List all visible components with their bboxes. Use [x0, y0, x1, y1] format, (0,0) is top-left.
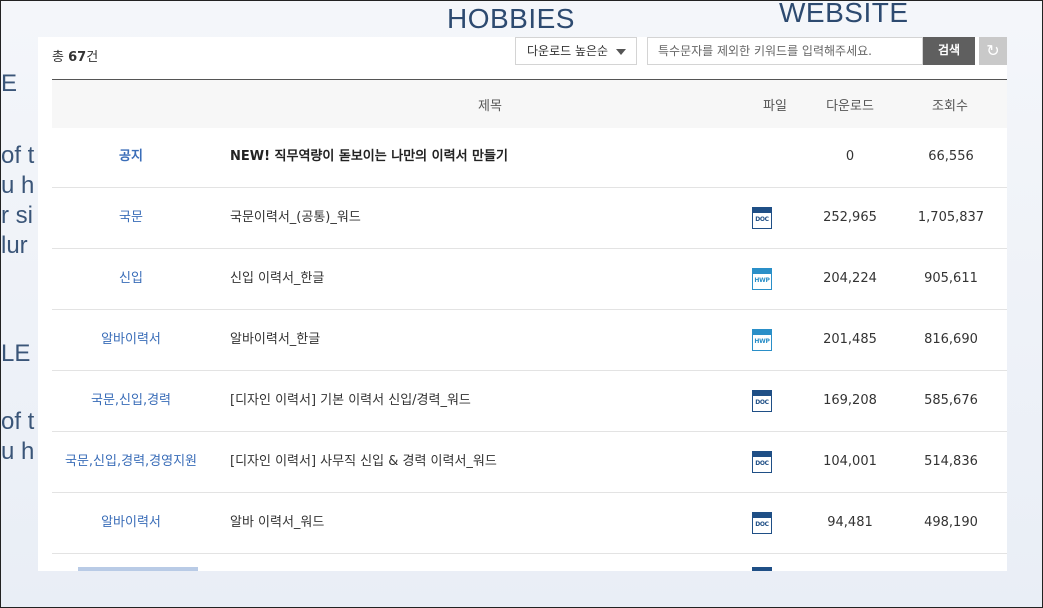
- row-downloads: 252,965: [823, 210, 877, 225]
- refresh-icon: ↻: [986, 41, 1000, 60]
- row-title[interactable]: 알바 이력서_워드: [230, 493, 740, 553]
- row-category[interactable]: 공지: [52, 127, 210, 187]
- row-title[interactable]: [디자인 이력서] 사무직 신입 & 경력 이력서_워드: [230, 432, 740, 492]
- table-row[interactable]: 알바이력서 알바 이력서_워드 DOC 94,481 498,190: [52, 493, 1007, 554]
- doc-icon: DOC: [752, 512, 772, 534]
- row-views: 514,836: [924, 454, 978, 469]
- table-row[interactable]: 신입 신입 이력서_한글 HWP 204,224 905,611: [52, 249, 1007, 310]
- total-prefix: 총: [52, 50, 69, 65]
- row-downloads: 104,001: [823, 454, 877, 469]
- row-downloads: 201,485: [823, 332, 877, 347]
- row-title[interactable]: 알바이력서_한글: [230, 310, 740, 370]
- table-row[interactable]: 공지 NEW! 직무역량이 돋보이는 나만의 이력서 만들기 0 66,556: [52, 127, 1007, 188]
- doc-icon: DOC: [752, 390, 772, 412]
- hwp-file-icon[interactable]: HWP: [752, 329, 774, 351]
- table-row[interactable]: 알바이력서 알바이력서_한글 HWP 201,485 816,690: [52, 310, 1007, 371]
- screen-frame: HOBBIES WEBSITE E of t u h r si lur LE o…: [0, 0, 1043, 608]
- header-file: 파일: [763, 99, 787, 114]
- doc-file-icon[interactable]: DOC: [752, 512, 774, 534]
- row-views: 498,190: [924, 515, 978, 530]
- row-title[interactable]: NEW! 직무역량이 돋보이는 나만의 이력서 만들기: [230, 127, 740, 187]
- row-views: 585,676: [924, 393, 978, 408]
- total-suffix: 건: [86, 50, 99, 65]
- row-downloads: 94,481: [827, 515, 873, 530]
- background-fragment: of t u h: [1, 408, 35, 465]
- search-button[interactable]: 검색: [923, 37, 975, 65]
- row-downloads: 204,224: [823, 271, 877, 286]
- total-number: 67: [68, 50, 87, 65]
- row-downloads: 0: [845, 149, 855, 164]
- row-category[interactable]: 알바이력서: [52, 310, 210, 370]
- resume-template-panel: 총 67건 다운로드 높은순 검색 ↻ 제목 파일 다운로드 조회수 공지 NE…: [38, 37, 1007, 571]
- header-downloads: 다운로드: [826, 99, 874, 114]
- sort-dropdown[interactable]: 다운로드 높은순: [515, 37, 637, 65]
- row-title[interactable]: 신입 이력서_한글: [230, 249, 740, 309]
- search-input[interactable]: [647, 37, 923, 65]
- list-toolbar: 총 67건 다운로드 높은순 검색 ↻: [38, 37, 1007, 79]
- hwp-icon: HWP: [752, 268, 772, 290]
- row-category[interactable]: 국문: [52, 188, 210, 248]
- table-row[interactable]: 국문,신입,경력 [디자인 이력서] 기본 이력서 신입/경력_워드 DOC 1…: [52, 371, 1007, 432]
- row-category[interactable]: 국문,신입,경력,경영지원: [52, 432, 210, 492]
- doc-icon: DOC: [752, 451, 772, 473]
- row-views: 66,556: [928, 149, 974, 164]
- table-row[interactable]: 국문,신입,경력,경영지원 [디자인 이력서] 사무직 신입 & 경력 이력서_…: [52, 432, 1007, 493]
- background-fragment: E: [1, 70, 18, 97]
- reset-button[interactable]: ↻: [979, 37, 1007, 65]
- background-website-text: WEBSITE: [779, 0, 909, 28]
- row-title[interactable]: 국문이력서_(공통)_워드: [230, 188, 740, 248]
- doc-file-icon[interactable]: DOC: [752, 451, 774, 473]
- doc-icon: DOC: [752, 207, 772, 229]
- row-title[interactable]: [디자인 이력서] 기본 이력서 신입/경력_워드: [230, 371, 740, 431]
- table-header: 제목 파일 다운로드 조회수: [52, 79, 1007, 128]
- table-body: 공지 NEW! 직무역량이 돋보이는 나만의 이력서 만들기 0 66,556 …: [52, 127, 1007, 554]
- hwp-icon: HWP: [752, 329, 772, 351]
- row-category[interactable]: 신입: [52, 249, 210, 309]
- background-fragment: of t u h r si lur: [1, 142, 35, 259]
- header-title: 제목: [478, 99, 502, 114]
- doc-file-icon[interactable]: DOC: [752, 207, 774, 229]
- table-row[interactable]: 국문 국문이력서_(공통)_워드 DOC 252,965 1,705,837: [52, 188, 1007, 249]
- total-count: 총 67건: [52, 46, 98, 65]
- doc-file-icon[interactable]: DOC: [752, 390, 774, 412]
- row-category[interactable]: 알바이력서: [52, 493, 210, 553]
- header-views: 조회수: [932, 99, 968, 114]
- row-views: 905,611: [924, 271, 978, 286]
- row-views: 816,690: [924, 332, 978, 347]
- row-downloads: 169,208: [823, 393, 877, 408]
- row-category[interactable]: 국문,신입,경력: [52, 371, 210, 431]
- chevron-down-icon: [616, 49, 626, 55]
- background-hobbies-text: HOBBIES: [447, 3, 575, 34]
- row-views: 1,705,837: [917, 210, 985, 225]
- sort-selected-label: 다운로드 높은순: [527, 44, 609, 58]
- hwp-file-icon[interactable]: HWP: [752, 268, 774, 290]
- doc-icon: [752, 567, 772, 571]
- row-category-partial: [78, 567, 198, 571]
- background-fragment: LE: [1, 340, 31, 367]
- table-row-partial: [52, 567, 1007, 571]
